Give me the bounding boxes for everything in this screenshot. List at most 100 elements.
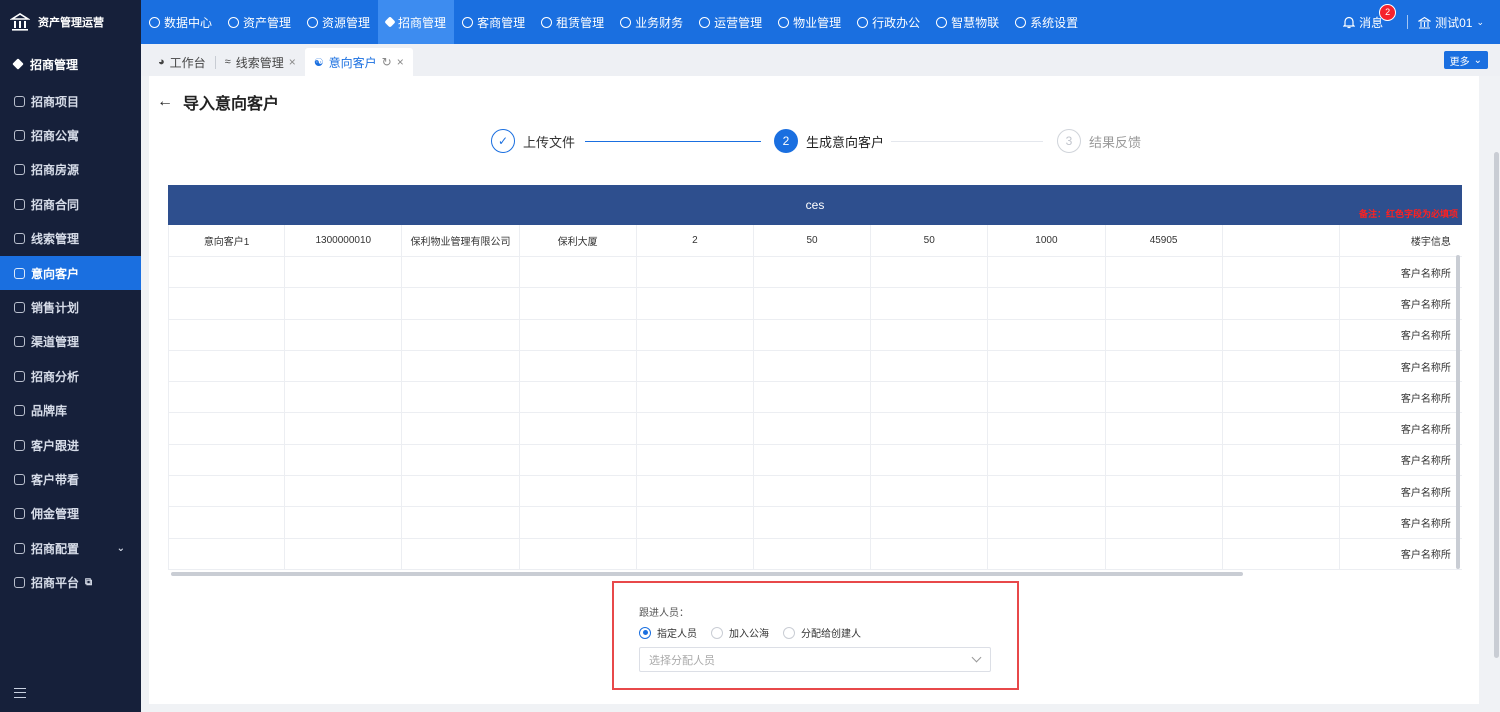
more-button[interactable]: 更多 ⌄ <box>1443 51 1488 69</box>
table-cell <box>285 507 403 538</box>
nav-item-7[interactable]: 运营管理 <box>691 0 770 44</box>
table-cell <box>1223 507 1340 538</box>
tag-icon <box>384 16 396 28</box>
nav-item-6[interactable]: 业务财务 <box>612 0 691 44</box>
table-cell <box>871 350 989 382</box>
table-cell <box>1223 382 1340 413</box>
user-menu[interactable]: 测试01 ⌄ <box>1418 14 1484 31</box>
table-cell <box>637 476 754 507</box>
sidebar-item-9[interactable]: 品牌库 <box>0 394 141 428</box>
table-cell <box>520 476 637 507</box>
sidebar-item-2[interactable]: 招商房源 <box>0 153 141 187</box>
nav-item-9[interactable]: 行政办公 <box>849 0 928 44</box>
tab-intent-customer[interactable]: ☯ 意向客户 ↻ × <box>304 48 413 76</box>
sidebar-item-11[interactable]: 客户带看 <box>0 462 141 496</box>
table-cell <box>1223 350 1340 382</box>
table-cell <box>520 444 637 476</box>
nav-item-11[interactable]: 系统设置 <box>1007 0 1086 44</box>
assignee-select[interactable]: 选择分配人员 <box>639 647 991 672</box>
sidebar-item-6[interactable]: 销售计划 <box>0 290 141 324</box>
sidebar-item-5[interactable]: 意向客户 <box>0 255 141 291</box>
nav-item-label: 业务财务 <box>635 15 684 30</box>
nav-item-10[interactable]: 智慧物联 <box>928 0 1007 44</box>
sidebar-title: 招商管理 <box>0 44 141 84</box>
monitor-icon <box>857 16 869 28</box>
table-cell <box>1223 444 1340 476</box>
close-icon[interactable]: × <box>289 55 296 69</box>
nav-item-2[interactable]: 资源管理 <box>299 0 378 44</box>
table-cell <box>402 538 520 569</box>
table-cell: 保利大厦 <box>520 225 637 256</box>
step-label: 生成意向客户 <box>806 134 885 150</box>
nav-item-0[interactable]: 数据中心 <box>141 0 220 44</box>
messages-button[interactable]: 消息 2 <box>1343 3 1397 31</box>
table-cell <box>871 444 989 476</box>
sidebar-item-10[interactable]: 客户跟进 <box>0 428 141 462</box>
table-cell <box>1106 538 1223 569</box>
gear-icon <box>1015 16 1027 28</box>
assign-radio-2[interactable]: 分配给创建人 <box>783 625 861 640</box>
step-connector <box>585 141 761 142</box>
back-arrow-icon[interactable]: ← <box>157 93 173 111</box>
brand[interactable]: 资产管理运营 <box>0 0 141 44</box>
refresh-icon[interactable]: ↻ <box>382 55 392 69</box>
table-cell <box>168 288 286 319</box>
table-vertical-scrollbar[interactable] <box>1456 255 1460 569</box>
page-scrollbar[interactable] <box>1494 152 1499 658</box>
nav-item-4[interactable]: 客商管理 <box>454 0 533 44</box>
table-cell <box>988 350 1106 382</box>
nav-item-5[interactable]: 租赁管理 <box>533 0 612 44</box>
step-label: 上传文件 <box>523 134 576 150</box>
table-row: 客户名称所 <box>168 288 1462 320</box>
table-cell <box>520 350 637 382</box>
tab-workbench[interactable]: ◕ 工作台 <box>149 48 215 76</box>
table-row: 客户名称所 <box>168 382 1462 414</box>
table-cell <box>1106 444 1223 476</box>
sidebar-item-label: 招商配置 <box>31 541 80 556</box>
sidebar-item-4[interactable]: 线索管理 <box>0 222 141 256</box>
house-icon <box>14 164 25 176</box>
sidebar-item-8[interactable]: 招商分析 <box>0 359 141 393</box>
table-cell: 2 <box>637 225 754 256</box>
table-cell <box>871 507 989 538</box>
assign-radio-1[interactable]: 加入公海 <box>711 625 769 640</box>
sidebar-item-13[interactable]: 招商配置 ⌄ <box>0 531 141 565</box>
bank-icon <box>1418 16 1432 29</box>
top-navbar: 资产管理运营 数据中心 资产管理 资源管理 招商管理 客商管理 租赁管理 业务财务 运营管理 物… <box>0 0 1500 44</box>
house-icon <box>541 16 553 28</box>
nav-item-3[interactable]: 招商管理 <box>378 0 455 44</box>
sidebar-item-3[interactable]: 招商合同 <box>0 187 141 221</box>
close-icon[interactable]: × <box>397 55 404 69</box>
table-cell: 客户名称所 <box>1340 257 1462 287</box>
sidebar-item-14[interactable]: 招商平台 ⧉ <box>0 565 141 599</box>
nav-item-label: 运营管理 <box>714 15 763 30</box>
user-icon <box>14 267 25 279</box>
sidebar-item-1[interactable]: 招商公寓 <box>0 118 141 152</box>
nav-item-1[interactable]: 资产管理 <box>220 0 299 44</box>
sidebar-item-7[interactable]: 渠道管理 <box>0 325 141 359</box>
step-connector <box>891 141 1043 142</box>
table-cell <box>988 257 1106 288</box>
sidebar-item-label: 渠道管理 <box>31 335 80 350</box>
tab-clue-management[interactable]: ≈ 线索管理 × <box>216 48 305 76</box>
table-cell <box>402 350 520 382</box>
nav-item-label: 客商管理 <box>477 15 526 30</box>
table-cell <box>168 382 286 413</box>
table-cell: 楼宇信息 <box>1340 225 1462 256</box>
table-horizontal-scrollbar[interactable] <box>171 572 1243 576</box>
assign-radio-0[interactable]: 指定人员 <box>639 625 697 640</box>
collapse-menu-icon[interactable] <box>14 688 26 698</box>
sidebar-item-12[interactable]: 佣金管理 <box>0 497 141 531</box>
sidebar-item-0[interactable]: 招商项目 <box>0 84 141 118</box>
table-cell: 客户名称所 <box>1340 320 1462 350</box>
users-icon <box>462 16 474 28</box>
table-cell: 50 <box>754 225 872 256</box>
user-icon: ☯ <box>313 56 324 69</box>
sidebar-item-label: 客户跟进 <box>31 438 80 453</box>
nav-item-8[interactable]: 物业管理 <box>770 0 849 44</box>
nav-item-label: 资源管理 <box>322 15 371 30</box>
radio-circle-icon <box>711 626 723 639</box>
assignee-select-placeholder: 选择分配人员 <box>649 654 715 667</box>
follow-up-icon <box>14 439 25 451</box>
brand-icon <box>14 405 25 417</box>
